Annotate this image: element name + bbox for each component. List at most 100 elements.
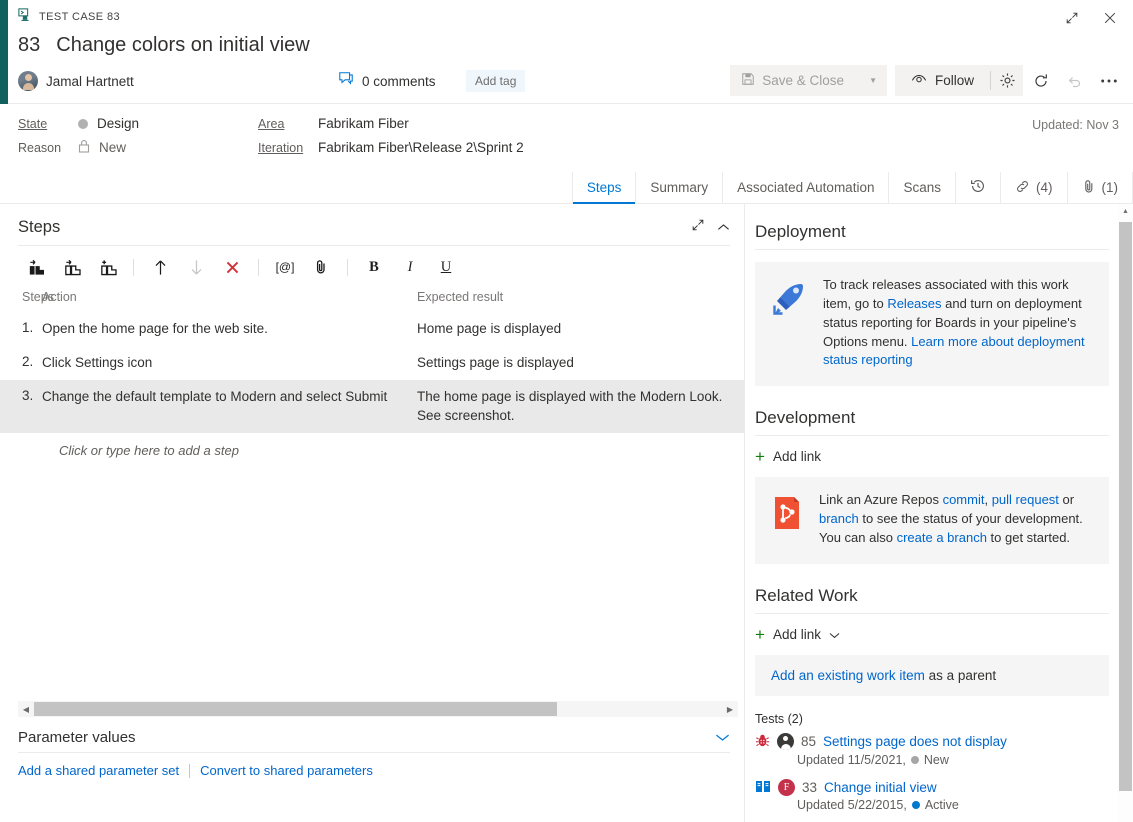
divider xyxy=(755,249,1109,250)
tab-links[interactable]: (4) xyxy=(1001,172,1068,203)
list-item[interactable]: 85 Settings page does not display Update… xyxy=(755,733,1109,767)
development-info-text: Link an Azure Repos commit, pull request… xyxy=(819,491,1093,548)
branch-link[interactable]: branch xyxy=(819,511,859,526)
list-item[interactable]: F 33 Change initial view Updated 5/22/20… xyxy=(755,779,1109,812)
work-item-dialog: TEST CASE 83 83 Change colors on initial… xyxy=(0,0,1133,822)
refresh-icon[interactable] xyxy=(1025,65,1057,96)
italic-icon[interactable]: I xyxy=(393,253,427,281)
iteration-field[interactable]: Fabrikam Fiber\Release 2\Sprint 2 xyxy=(318,140,1133,155)
related-work-add-link-button[interactable]: + Add link xyxy=(755,626,1109,643)
step-expected-result[interactable]: Settings page is displayed xyxy=(417,354,734,372)
work-item-fields: State Design Area Fabrikam Fiber Reason … xyxy=(0,104,1133,172)
add-parent-card: Add an existing work item as a parent xyxy=(755,655,1109,696)
tab-label: (4) xyxy=(1036,180,1053,195)
work-item-title-row: 83 Change colors on initial view xyxy=(18,28,1133,59)
plus-icon: + xyxy=(755,448,765,465)
add-step-placeholder[interactable]: Click or type here to add a step xyxy=(0,433,744,458)
link-icon xyxy=(1015,179,1030,197)
development-add-link-button[interactable]: + Add link xyxy=(755,448,1109,465)
tab-steps[interactable]: Steps xyxy=(572,172,637,203)
eye-icon xyxy=(911,73,927,88)
step-number: 1. xyxy=(0,320,42,338)
scroll-left-icon[interactable]: ◀ xyxy=(18,701,34,717)
state-value: Design xyxy=(97,116,139,131)
step-expected-result[interactable]: Home page is displayed xyxy=(417,320,734,338)
work-item-id: 83 xyxy=(18,34,40,57)
attachment-icon xyxy=(1082,179,1096,197)
tab-attachments[interactable]: (1) xyxy=(1068,172,1133,203)
add-step-icon[interactable] xyxy=(90,253,124,281)
tab-summary[interactable]: Summary xyxy=(636,172,723,203)
delete-step-icon[interactable] xyxy=(215,253,249,281)
assigned-to[interactable]: Jamal Hartnett xyxy=(18,71,134,91)
divider xyxy=(755,435,1109,436)
development-info-card: Link an Azure Repos commit, pull request… xyxy=(755,477,1109,564)
chevron-down-icon[interactable]: ▼ xyxy=(869,76,877,85)
scroll-right-icon[interactable]: ▶ xyxy=(722,701,738,717)
work-item-type-accent-bar xyxy=(0,0,8,104)
table-row[interactable]: 3. Change the default template to Modern… xyxy=(0,380,744,432)
related-item-title[interactable]: Change initial view xyxy=(824,780,937,795)
scrollbar-thumb[interactable] xyxy=(1119,222,1132,791)
comments-button[interactable]: 0 comments xyxy=(338,71,436,91)
reason-field: New xyxy=(78,139,258,156)
steps-horizontal-scrollbar[interactable]: ◀ ▶ xyxy=(18,701,738,717)
commit-link[interactable]: commit xyxy=(943,492,985,507)
add-tag-button[interactable]: Add tag xyxy=(466,70,525,92)
step-action[interactable]: Open the home page for the web site. xyxy=(42,320,417,338)
pull-request-link[interactable]: pull request xyxy=(992,492,1059,507)
steps-section-header: Steps xyxy=(0,204,744,245)
table-row[interactable]: 2. Click Settings icon Settings page is … xyxy=(0,346,744,380)
attach-icon[interactable] xyxy=(304,253,338,281)
scroll-up-icon[interactable]: ▲ xyxy=(1118,204,1133,219)
related-item-title[interactable]: Settings page does not display xyxy=(823,734,1007,749)
follow-button[interactable]: Follow xyxy=(895,65,990,96)
more-actions-icon[interactable] xyxy=(1093,65,1125,96)
tab-scans[interactable]: Scans xyxy=(889,172,956,203)
tab-associated-automation[interactable]: Associated Automation xyxy=(723,172,889,203)
chevron-up-icon[interactable] xyxy=(717,219,730,237)
tab-label: Summary xyxy=(650,180,708,195)
create-a-branch-link[interactable]: create a branch xyxy=(897,530,987,545)
step-action[interactable]: Change the default template to Modern an… xyxy=(42,388,417,424)
scrollbar-thumb[interactable] xyxy=(34,702,557,716)
tab-label: Associated Automation xyxy=(737,180,874,195)
insert-step-icon[interactable] xyxy=(18,253,52,281)
chevron-down-icon[interactable] xyxy=(715,731,730,745)
mention-icon[interactable]: [@] xyxy=(268,253,302,281)
step-expected-result[interactable]: The home page is displayed with the Mode… xyxy=(417,388,734,424)
reason-label: Reason xyxy=(18,141,78,155)
area-label: Area xyxy=(258,117,318,131)
move-up-icon[interactable] xyxy=(143,253,177,281)
state-field[interactable]: Design xyxy=(78,116,258,131)
area-value: Fabrikam Fiber xyxy=(318,116,409,131)
save-and-close-button[interactable]: Save & Close ▼ xyxy=(730,65,887,96)
bold-icon[interactable]: B xyxy=(357,253,391,281)
convert-to-shared-parameters-link[interactable]: Convert to shared parameters xyxy=(200,763,373,778)
releases-link[interactable]: Releases xyxy=(887,296,941,311)
page-title[interactable]: Change colors on initial view xyxy=(56,34,309,57)
step-action[interactable]: Click Settings icon xyxy=(42,354,417,372)
details-vertical-scrollbar[interactable]: ▲ xyxy=(1118,204,1133,822)
tab-history[interactable] xyxy=(956,172,1001,203)
add-link-label: Add link xyxy=(773,627,821,642)
add-shared-parameter-set-link[interactable]: Add a shared parameter set xyxy=(18,763,179,778)
add-existing-work-item-link[interactable]: Add an existing work item xyxy=(771,668,925,683)
comments-count: 0 comments xyxy=(362,74,436,89)
close-icon[interactable] xyxy=(1097,5,1123,31)
insert-shared-step-icon[interactable] xyxy=(54,253,88,281)
scrollbar-track[interactable] xyxy=(34,701,722,717)
chevron-down-icon[interactable] xyxy=(829,627,840,642)
maximize-icon[interactable] xyxy=(691,218,705,237)
related-item-updated: Updated 11/5/2021, xyxy=(797,753,906,767)
table-row[interactable]: 1. Open the home page for the web site. … xyxy=(0,312,744,346)
as-a-parent-text: as a parent xyxy=(925,668,996,683)
area-field[interactable]: Fabrikam Fiber xyxy=(318,116,1133,131)
reason-value: New xyxy=(99,140,126,155)
expand-icon[interactable] xyxy=(1059,5,1085,31)
related-item-state: New xyxy=(924,753,949,767)
gear-icon[interactable] xyxy=(991,65,1023,96)
updated-timestamp: Updated: Nov 3 xyxy=(1032,118,1119,132)
underline-icon[interactable]: U xyxy=(429,253,463,281)
rocket-icon xyxy=(769,278,809,318)
